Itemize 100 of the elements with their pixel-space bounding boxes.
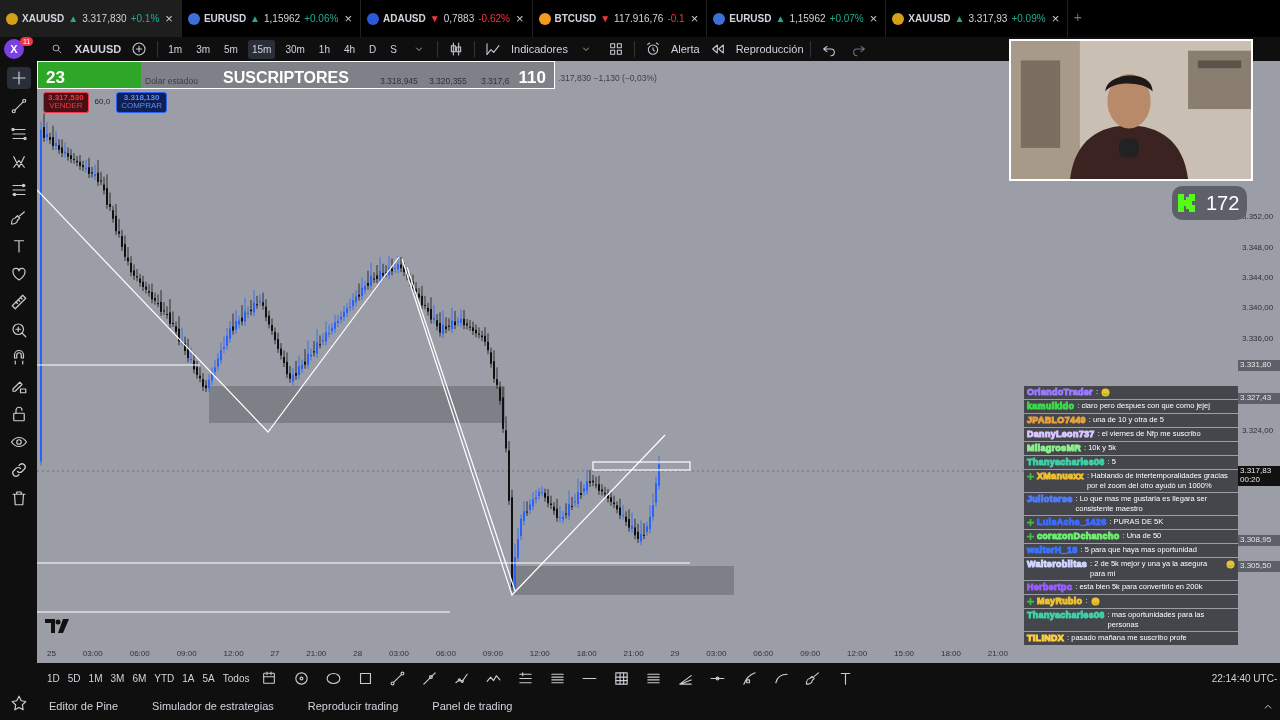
range-button[interactable]: 5A — [202, 670, 215, 686]
avatar[interactable]: X — [4, 39, 24, 59]
time-label: 12:00 — [529, 648, 550, 660]
range-button[interactable]: 3M — [110, 670, 125, 686]
indicators-button[interactable]: Indicadores — [511, 40, 568, 58]
emote-icon — [1090, 596, 1100, 606]
chat-username: Thanyacharles06 — [1027, 611, 1105, 620]
add-tab-button[interactable]: + — [1073, 8, 1082, 29]
tab-price: 1,15962 — [789, 12, 826, 26]
price-label: 3.348,00 — [1242, 242, 1274, 254]
tab-change: +0.1% — [130, 12, 160, 26]
time-label: 28 — [353, 648, 363, 660]
chat-username: Thanyacharles06 — [1027, 458, 1105, 467]
goal-label: SUSCRIPTORES — [223, 68, 349, 88]
tradingview-logo-icon — [45, 616, 71, 633]
buy-price: 3.318,130 — [123, 94, 160, 102]
panel-tab[interactable]: Editor de Pine — [49, 698, 119, 715]
sell-price: 3.317,530 — [48, 94, 84, 103]
interval-button[interactable]: 3m — [192, 39, 215, 59]
time-label: 09:00 — [482, 648, 503, 660]
close-button[interactable]: × — [163, 10, 175, 27]
tab-symbol: BTCUSD — [554, 12, 597, 26]
time-label: 15:00 — [894, 648, 915, 660]
time-label: 06:00 — [753, 648, 774, 660]
time-label: 18:00 — [940, 648, 961, 660]
buy-button[interactable]: 3.318,130 COMPRAR — [116, 92, 168, 113]
range-button[interactable]: 1A — [182, 670, 195, 686]
range-button[interactable]: 5D — [67, 670, 81, 686]
interval-button[interactable]: D — [365, 39, 381, 59]
goal-count: 110 — [518, 67, 546, 89]
time-label: 29 — [670, 648, 680, 660]
time-label: 03:00 — [82, 648, 103, 660]
alert-button[interactable]: Alerta — [670, 40, 700, 58]
trend-arrow: ▼ — [429, 12, 440, 26]
tab-price: 3.317,93 — [968, 12, 1008, 26]
close-button[interactable]: × — [688, 10, 701, 27]
tab-change: -0.1 — [667, 12, 685, 26]
legend-change: .317,830 −1,130 (−0,03%) — [558, 72, 657, 85]
close-button[interactable]: × — [342, 10, 354, 27]
interval-button[interactable]: S — [386, 39, 401, 59]
spread-value: 60,0 — [94, 96, 111, 109]
tab-change: -0.62% — [478, 12, 510, 26]
time-label: 09:00 — [176, 648, 197, 660]
trend-arrow: ▼ — [600, 12, 611, 26]
chat-username: walterH_18 — [1027, 546, 1078, 555]
tab-symbol: EURUSD — [203, 12, 247, 26]
chat-username: MayRubio — [1037, 597, 1083, 606]
time-label: 21:00 — [987, 648, 1008, 660]
sell-button[interactable]: 3.317,530 VENDER — [43, 92, 89, 113]
sell-label: VENDER — [48, 102, 84, 111]
range-button[interactable]: Todos — [222, 670, 250, 686]
close-button[interactable]: × — [1049, 10, 1062, 27]
interval-button[interactable]: 5m — [220, 39, 242, 59]
panel-tab[interactable]: Simulador de estrategias — [152, 698, 274, 715]
time-label: 06:00 — [435, 648, 456, 660]
chat-username: Walterobiitas — [1027, 560, 1088, 569]
panel-tab[interactable]: Reproducir trading — [307, 698, 399, 715]
trend-arrow: ▲ — [954, 12, 965, 26]
chat-username: JPABLO7449 — [1027, 416, 1086, 425]
chat-username: Julioterse — [1027, 495, 1073, 504]
interval-button[interactable]: 1h — [314, 39, 334, 59]
time-label: 06:00 — [129, 648, 150, 660]
close-button[interactable]: × — [513, 10, 526, 27]
interval-button[interactable]: 1m — [164, 39, 187, 59]
price-value: 3.331,80 — [1240, 361, 1273, 370]
interval-button[interactable]: 30m — [281, 39, 309, 59]
interval-button[interactable]: 15m — [247, 39, 276, 59]
chat-username: kamuikido — [1027, 402, 1075, 411]
plus-badge-icon — [1027, 531, 1034, 541]
price-label: 3.336,00 — [1242, 333, 1274, 345]
crosshair-icon[interactable] — [6, 67, 31, 89]
legend-value: 3.317,6 — [481, 75, 510, 88]
price-label: 3.324,00 — [1242, 425, 1274, 437]
chat-username: LuisAche_1426 — [1037, 518, 1107, 527]
tab-change: +0.06% — [304, 12, 339, 26]
symbol-tab[interactable]: XAUUSD ▲ 3.317,830 +0.1% × — [0, 0, 182, 37]
price-value: 3.308,95 — [1240, 536, 1273, 545]
range-button[interactable]: 1D — [47, 670, 60, 686]
tab-price: 117.916,76 — [614, 12, 664, 26]
tab-price: 3.317,830 — [82, 12, 127, 26]
tab-symbol: XAUUSD — [22, 12, 65, 26]
replay-button[interactable]: Reproducción — [735, 40, 804, 58]
panel-tab[interactable]: Panel de trading — [432, 698, 513, 715]
price-value: 3.305,50 — [1240, 562, 1273, 571]
range-button[interactable]: 1M — [88, 670, 103, 686]
time-label: 21:00 — [623, 648, 644, 660]
chat-username: Herbertpc — [1027, 583, 1073, 592]
close-button[interactable]: × — [867, 10, 880, 27]
interval-button[interactable]: 4h — [340, 39, 360, 59]
emote-icon — [1101, 387, 1110, 397]
time-label: 12:00 — [223, 648, 244, 660]
tab-change: +0.07% — [829, 12, 864, 26]
plus-badge-icon — [1027, 471, 1034, 481]
chat-username: TILINDX — [1027, 634, 1065, 643]
range-button[interactable]: YTD — [154, 670, 175, 686]
range-button[interactable]: 6M — [132, 670, 147, 686]
chat-username: XManuexx — [1037, 472, 1084, 481]
chat-username: OrlandoTrader — [1027, 388, 1093, 397]
price-label: 3.340,00 — [1242, 302, 1274, 314]
symbol-name[interactable]: XAUUSD — [74, 40, 122, 58]
